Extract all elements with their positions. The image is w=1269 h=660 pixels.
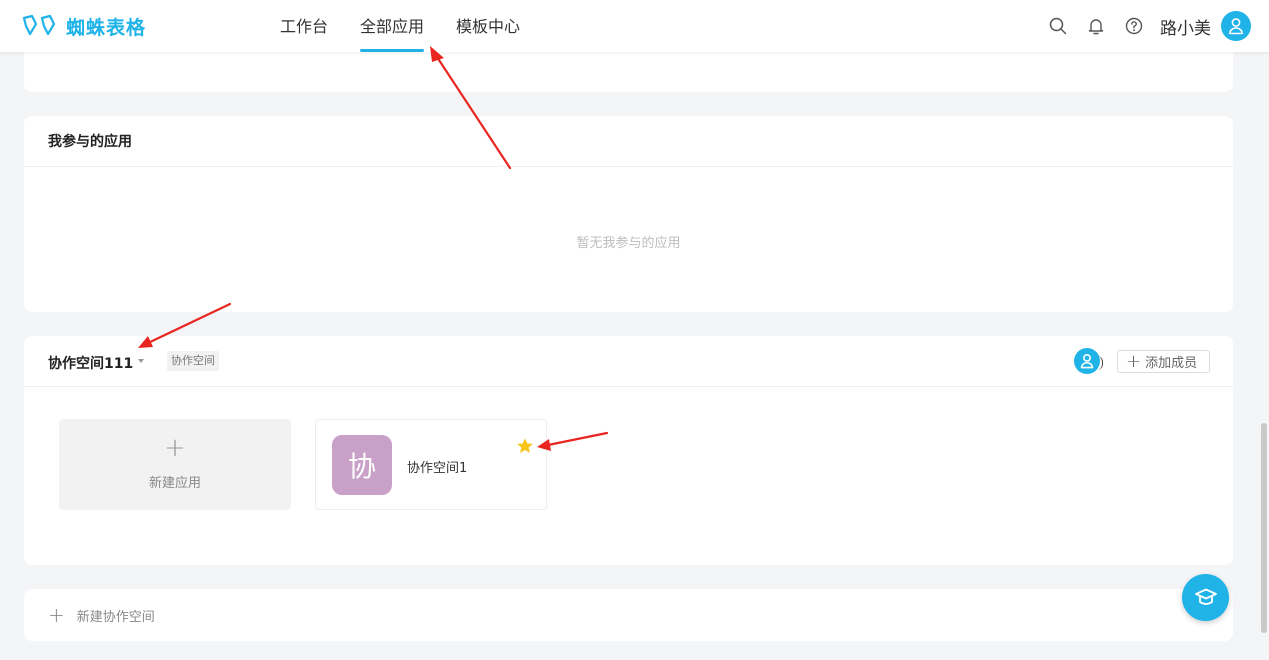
nav-workbench[interactable]: 工作台: [280, 0, 328, 52]
plus-icon: +: [48, 603, 65, 627]
new-app-button[interactable]: + 新建应用: [59, 419, 291, 510]
space-card: 协作空间111 协作空间 + 添加成员 + 新建应用 协 协作空间1: [24, 336, 1233, 565]
my-apps-title: 我参与的应用: [24, 116, 1233, 167]
help-icon[interactable]: [1124, 16, 1144, 36]
user-avatar[interactable]: [1221, 11, 1251, 41]
new-space-button[interactable]: + 新建协作空间: [24, 589, 1233, 641]
user-icon: [1229, 18, 1243, 35]
app-name: 协作空间1: [407, 461, 468, 476]
app-icon: 协: [332, 435, 392, 495]
nav-all-apps[interactable]: 全部应用: [360, 0, 425, 52]
search-icon[interactable]: [1048, 16, 1068, 36]
spider-logo-icon: [22, 14, 56, 36]
plus-icon: +: [164, 433, 186, 463]
space-type-badge: 协作空间: [167, 351, 219, 371]
page-scrollbar[interactable]: [1261, 423, 1267, 633]
main-nav: 工作台 全部应用 模板中心: [280, 0, 552, 52]
app-tile[interactable]: 协 协作空间1: [315, 419, 547, 510]
my-apps-empty-text: 暂无我参与的应用: [576, 236, 681, 251]
my-apps-card: 我参与的应用 暂无我参与的应用: [24, 116, 1233, 312]
caret-down-icon[interactable]: [138, 359, 144, 363]
username[interactable]: 路小美: [1160, 14, 1211, 39]
member-avatar-edge: [1097, 356, 1103, 370]
bell-icon[interactable]: [1086, 16, 1106, 36]
graduation-cap-icon: [1194, 588, 1217, 605]
top-header: 蜘蛛表格 工作台 全部应用 模板中心 路小美: [0, 0, 1269, 52]
new-app-label: 新建应用: [148, 476, 201, 491]
star-icon[interactable]: [516, 437, 534, 455]
nav-template-center[interactable]: 模板中心: [456, 0, 520, 52]
tutorial-button[interactable]: [1182, 574, 1229, 621]
brand-logo[interactable]: 蜘蛛表格: [20, 12, 146, 40]
plus-icon: +: [1126, 350, 1142, 372]
add-member-button[interactable]: + 添加成员: [1117, 350, 1210, 373]
space-header: 协作空间111 协作空间 + 添加成员: [24, 336, 1233, 387]
user-icon: [1080, 354, 1094, 369]
new-space-label: 新建协作空间: [76, 609, 155, 625]
brand-name: 蜘蛛表格: [66, 16, 147, 39]
add-member-label: 添加成员: [1145, 356, 1198, 371]
header-actions: 路小美: [1030, 0, 1251, 52]
space-name[interactable]: 协作空间111: [48, 353, 133, 373]
